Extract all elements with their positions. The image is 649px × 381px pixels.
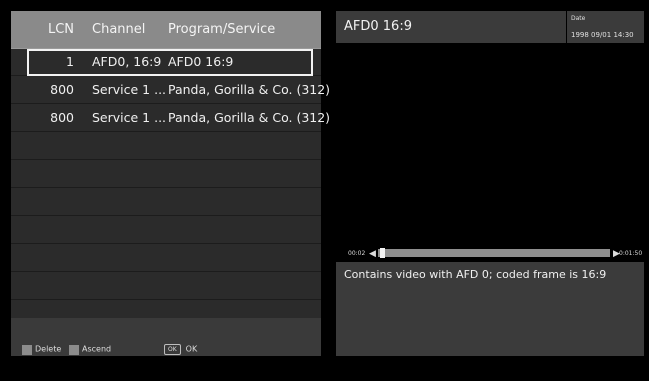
date-label: Date bbox=[571, 15, 586, 22]
row-program: Panda, Gorilla & Co. (312) bbox=[168, 110, 331, 125]
program-description: Contains video with AFD 0; coded frame i… bbox=[344, 268, 607, 281]
row-channel: Service 1 ... bbox=[92, 82, 167, 97]
playback-progress: 00:02 ◀ ▶ 0:01:50 bbox=[336, 248, 644, 260]
row-lcn: 800 bbox=[50, 110, 74, 125]
channel-list: 1 AFD0, 16:9 AFD0 16:9 800 Service 1 ...… bbox=[11, 48, 330, 328]
delete-hint[interactable]: Delete bbox=[22, 318, 61, 356]
row-program: Panda, Gorilla & Co. (312) bbox=[168, 82, 331, 97]
time-end: 0:01:50 bbox=[619, 250, 643, 257]
list-row-empty bbox=[11, 272, 321, 300]
row-channel: AFD0, 16:9 bbox=[92, 54, 162, 69]
program-description-box: Contains video with AFD 0; coded frame i… bbox=[336, 262, 644, 356]
program-title: AFD0 16:9 bbox=[344, 19, 412, 34]
time-start: 00:02 bbox=[348, 250, 366, 257]
list-footer: Delete Ascend OK OK bbox=[11, 318, 321, 356]
ok-label: OK bbox=[185, 344, 198, 354]
info-panel: AFD0 16:9 Date 1998 09/01 14:30 00:02 ◀ … bbox=[336, 11, 644, 356]
list-row-empty bbox=[11, 132, 321, 160]
list-row-empty bbox=[11, 244, 321, 272]
row-program: AFD0 16:9 bbox=[168, 54, 234, 69]
ok-hint[interactable]: OK OK bbox=[164, 318, 197, 356]
header-channel[interactable]: Channel bbox=[92, 11, 145, 48]
list-header: LCN Channel Program/Service bbox=[11, 11, 321, 49]
row-channel: Service 1 ... bbox=[92, 110, 167, 125]
channel-list-panel: LCN Channel Program/Service 1 AFD0, 16:9… bbox=[11, 11, 330, 356]
progress-track[interactable] bbox=[378, 248, 610, 258]
rewind-arrow-icon[interactable]: ◀ bbox=[369, 249, 376, 259]
list-row-empty bbox=[11, 188, 321, 216]
delete-color-key-icon bbox=[22, 344, 32, 355]
list-row-empty bbox=[11, 216, 321, 244]
ascend-label: Ascend bbox=[82, 344, 112, 354]
ascend-hint[interactable]: Ascend bbox=[69, 318, 111, 356]
progress-thumb[interactable] bbox=[380, 248, 385, 258]
list-row[interactable]: 800 Service 1 ... Panda, Gorilla & Co. (… bbox=[11, 104, 330, 132]
list-row-empty bbox=[11, 160, 321, 188]
row-lcn: 800 bbox=[50, 82, 74, 97]
header-program-service[interactable]: Program/Service bbox=[168, 11, 275, 48]
ok-key-icon: OK bbox=[164, 344, 181, 355]
list-row[interactable]: 800 Service 1 ... Panda, Gorilla & Co. (… bbox=[11, 76, 330, 104]
ascend-color-key-icon bbox=[69, 344, 79, 355]
program-title-bar: AFD0 16:9 bbox=[336, 11, 566, 43]
list-row[interactable]: 1 AFD0, 16:9 AFD0 16:9 bbox=[11, 48, 321, 76]
delete-label: Delete bbox=[35, 344, 62, 354]
date-box: Date 1998 09/01 14:30 bbox=[567, 11, 644, 43]
date-value: 1998 09/01 14:30 bbox=[571, 31, 634, 39]
header-lcn[interactable]: LCN bbox=[11, 11, 74, 48]
row-lcn: 1 bbox=[66, 54, 74, 69]
